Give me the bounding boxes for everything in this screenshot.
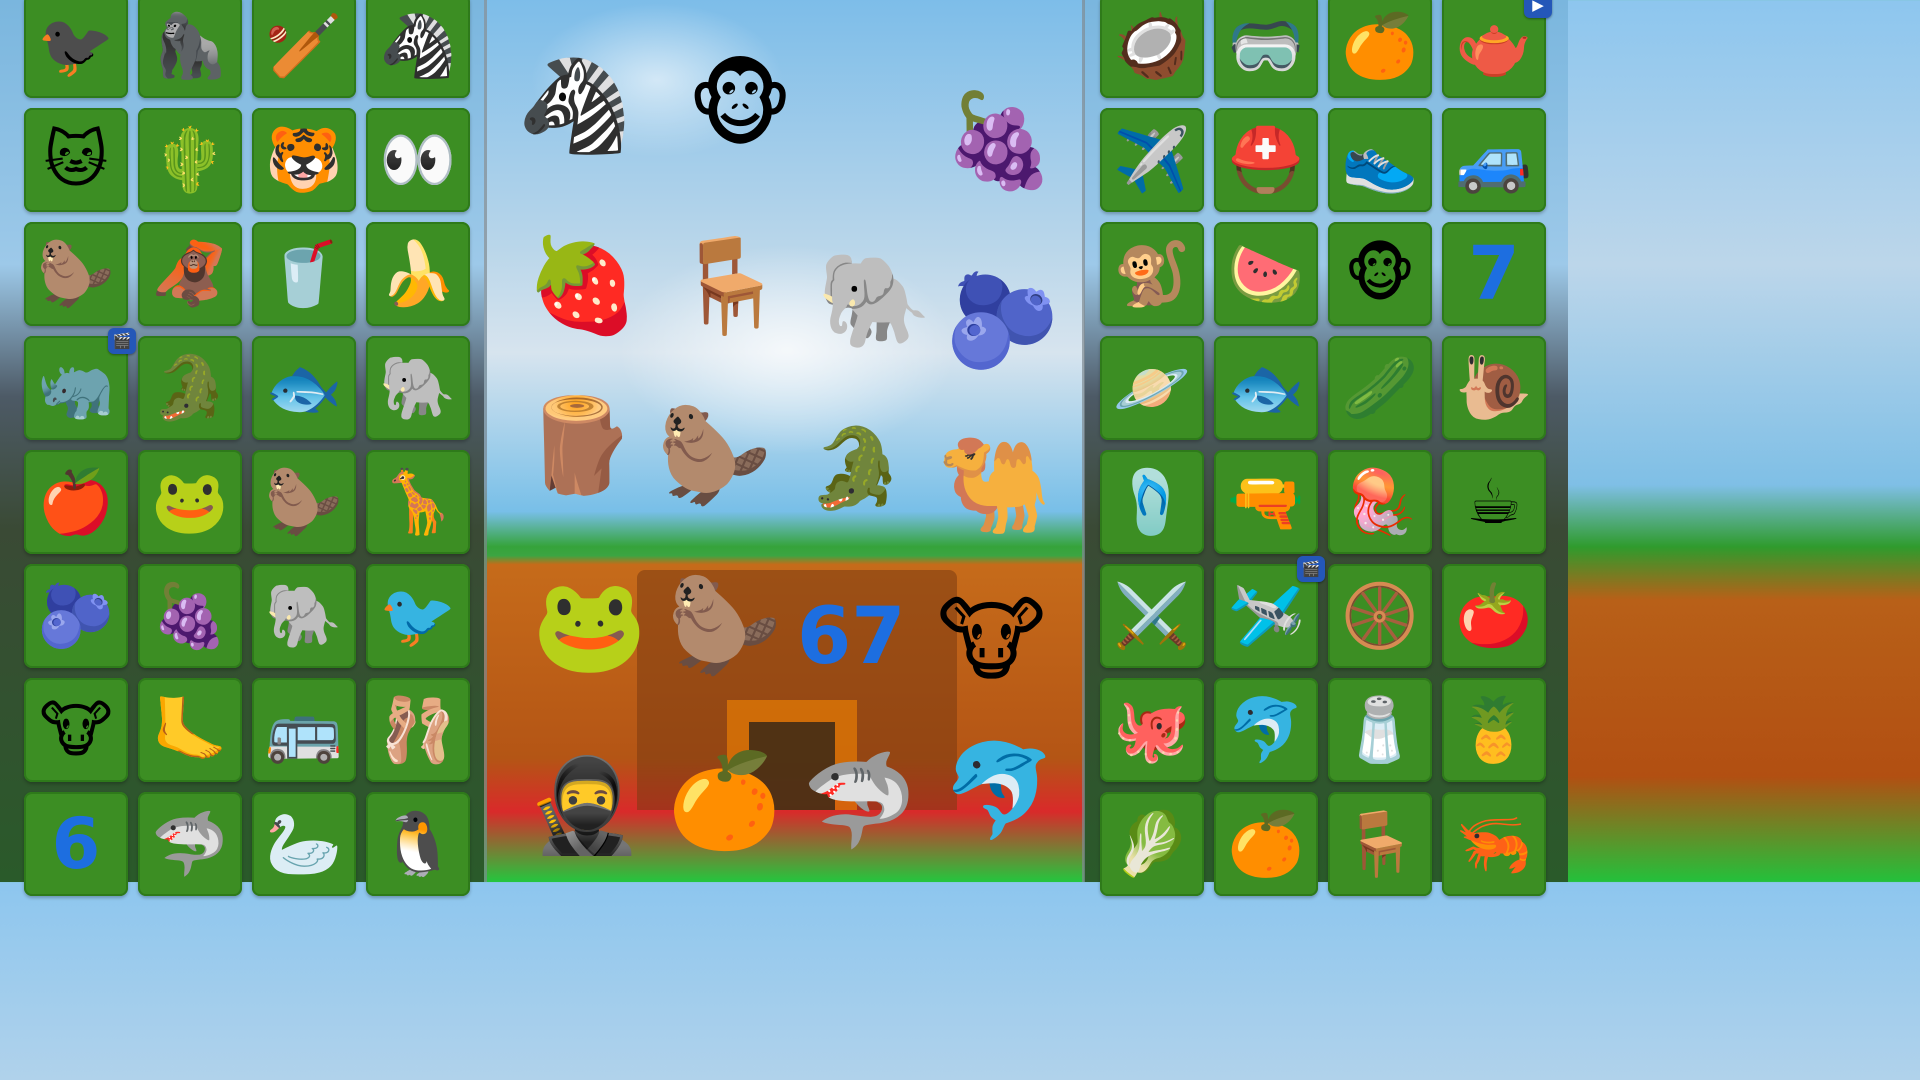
left-tile-cat[interactable]: 🐱 [24, 108, 128, 212]
video-badge-icon[interactable]: 🎬 [108, 328, 136, 354]
character-cow-planet[interactable]: 🐮 [937, 595, 1046, 687]
left-tile-apple[interactable]: 🍎 [24, 450, 128, 554]
right-tile-jellyfish[interactable]: 🪼 [1328, 450, 1432, 554]
left-tile-baby-elephant[interactable]: 🐘 [252, 564, 356, 668]
right-tile-grapefruit[interactable]: 🍊 [1214, 792, 1318, 896]
left-tile-fish[interactable]: 🐟 [252, 336, 356, 440]
right-tile-tire[interactable]: 🛞 [1328, 564, 1432, 668]
right-tile-plastic-chair[interactable]: 🪑 [1328, 792, 1432, 896]
left-tile-bus[interactable]: 🚌 [252, 678, 356, 782]
character-chair-creature[interactable]: 🪑 [672, 240, 787, 332]
play-badge-icon[interactable]: ▶ [1524, 0, 1552, 18]
character-crocodile-plane[interactable]: 🐊 [807, 430, 904, 508]
left-tile-number-6[interactable]: 6 [24, 792, 128, 896]
left-tile-zebra[interactable]: 🦓 [366, 0, 470, 98]
character-monkey-banana[interactable]: 🐵 [687, 60, 793, 152]
left-tile-cactus[interactable]: 🌵 [138, 108, 242, 212]
right-tile-katanas[interactable]: ⚔️ [1100, 564, 1204, 668]
left-tile-capybara[interactable]: 🦫 [252, 450, 356, 554]
right-tile-green-monkey[interactable]: 🐵 [1328, 222, 1432, 326]
right-tile-coffee[interactable]: ☕ [1442, 450, 1546, 554]
right-tile-fish[interactable]: 🐟 [1214, 336, 1318, 440]
left-tile-toucan[interactable]: 🐦 [366, 564, 470, 668]
video-badge-icon[interactable]: 🎬 [1297, 556, 1325, 582]
right-tile-octopus[interactable]: 🐙 [1100, 678, 1204, 782]
right-tile-orange[interactable]: 🍊 [1328, 0, 1432, 98]
left-tile-banana[interactable]: 🍌 [366, 222, 470, 326]
right-tile-sneakers[interactable]: 👟 [1328, 108, 1432, 212]
character-ninja-cup[interactable]: 🥷 [527, 760, 642, 852]
right-tile-watermelon[interactable]: 🍉 [1214, 222, 1318, 326]
left-tile-tutu[interactable]: 🩰 [366, 678, 470, 782]
left-tile-crow[interactable]: 🐦‍⬛ [24, 0, 128, 98]
right-tile-spartan-helmet[interactable]: ⛑️ [1214, 108, 1318, 212]
right-tile-pineapple[interactable]: 🍍 [1442, 678, 1546, 782]
character-zebra-watermelon[interactable]: 🦓 [517, 60, 632, 152]
character-spartan-raspberry[interactable]: 🍓 [525, 240, 640, 332]
center-stage: 🦓 🐵 🍇 🍓 🪑 🐘 🫐 🪵 🦫 🐊 🐫 🐸 🦫 67 🐮 🥷 🍊 🦈 🐬 [487, 0, 1084, 882]
left-tile-elephant-head[interactable]: 🐘 [366, 336, 470, 440]
character-elephant-cactus-sandal[interactable]: 🐘 [817, 255, 932, 347]
character-orange-muscle[interactable]: 🍊 [667, 755, 782, 847]
right-tile-sandal[interactable]: 🩴 [1100, 450, 1204, 554]
left-tile-gorilla[interactable]: 🦍 [138, 0, 242, 98]
character-grapes[interactable]: 🍇 [942, 95, 1057, 187]
right-tile-tomato[interactable]: 🍅 [1442, 564, 1546, 668]
character-shark-sneakers[interactable]: 🦈 [802, 755, 917, 847]
right-tile-monkey[interactable]: 🐒 [1100, 222, 1204, 326]
right-tile-zucchini[interactable]: 🥒 [1328, 336, 1432, 440]
left-tile-crocodile[interactable]: 🐊 [138, 336, 242, 440]
left-tile-eyes[interactable]: 👀 [366, 108, 470, 212]
left-tile-goose[interactable]: 🦢 [252, 792, 356, 896]
left-tile-blueberries[interactable]: 🫐 [24, 564, 128, 668]
right-tile-beetle-car[interactable]: 🚙 [1442, 108, 1546, 212]
left-tile-shark[interactable]: 🦈 [138, 792, 242, 896]
character-frog-tire[interactable]: 🐸 [532, 580, 647, 672]
character-number-67[interactable]: 67 [797, 598, 906, 676]
left-tile-feet[interactable]: 🦶 [138, 678, 242, 782]
left-tile-grapes[interactable]: 🍇 [138, 564, 242, 668]
right-tile-dolphin[interactable]: 🐬 [1214, 678, 1318, 782]
left-tile-coffee-cup[interactable]: 🥤 [252, 222, 356, 326]
character-capybara[interactable]: 🦫 [657, 410, 772, 502]
left-tile-frog[interactable]: 🐸 [138, 450, 242, 554]
right-tile-planet[interactable]: 🪐 [1100, 336, 1204, 440]
left-tile-bat[interactable]: 🏏 [252, 0, 356, 98]
right-tile-bitter-melon[interactable]: 🥬 [1100, 792, 1204, 896]
character-wooden-bat-man[interactable]: 🪵 [522, 400, 637, 492]
right-tile-salt-shaker[interactable]: 🧂 [1328, 678, 1432, 782]
right-tile-shrimp[interactable]: 🦐 [1442, 792, 1546, 896]
character-beaver-mobster[interactable]: 🦫 [667, 580, 782, 672]
right-tile-goggles[interactable]: 🥽 [1214, 0, 1318, 98]
left-tile-beaver[interactable]: 🦫 [24, 222, 128, 326]
left-tile-cow[interactable]: 🐮 [24, 678, 128, 782]
left-tile-penguin[interactable]: 🐧 [366, 792, 470, 896]
character-blueberries[interactable]: 🫐 [945, 275, 1060, 367]
character-camel-car[interactable]: 🐫 [937, 440, 1052, 532]
right-tile-coconut[interactable]: 🥥 [1100, 0, 1204, 98]
right-tile-crocodile-plane[interactable]: ✈️ [1100, 108, 1204, 212]
left-tile-giraffe[interactable]: 🦒 [366, 450, 470, 554]
right-divider [1082, 0, 1085, 882]
left-divider [484, 0, 487, 882]
right-tile-tommy-gun[interactable]: 🔫 [1214, 450, 1318, 554]
right-tile-number-7[interactable]: 7 [1442, 222, 1546, 326]
left-tile-tiger[interactable]: 🐯 [252, 108, 356, 212]
character-dolphin-banana[interactable]: 🐬 [942, 745, 1057, 837]
right-tile-snail[interactable]: 🐌 [1442, 336, 1546, 440]
left-tile-orangutan[interactable]: 🦧 [138, 222, 242, 326]
